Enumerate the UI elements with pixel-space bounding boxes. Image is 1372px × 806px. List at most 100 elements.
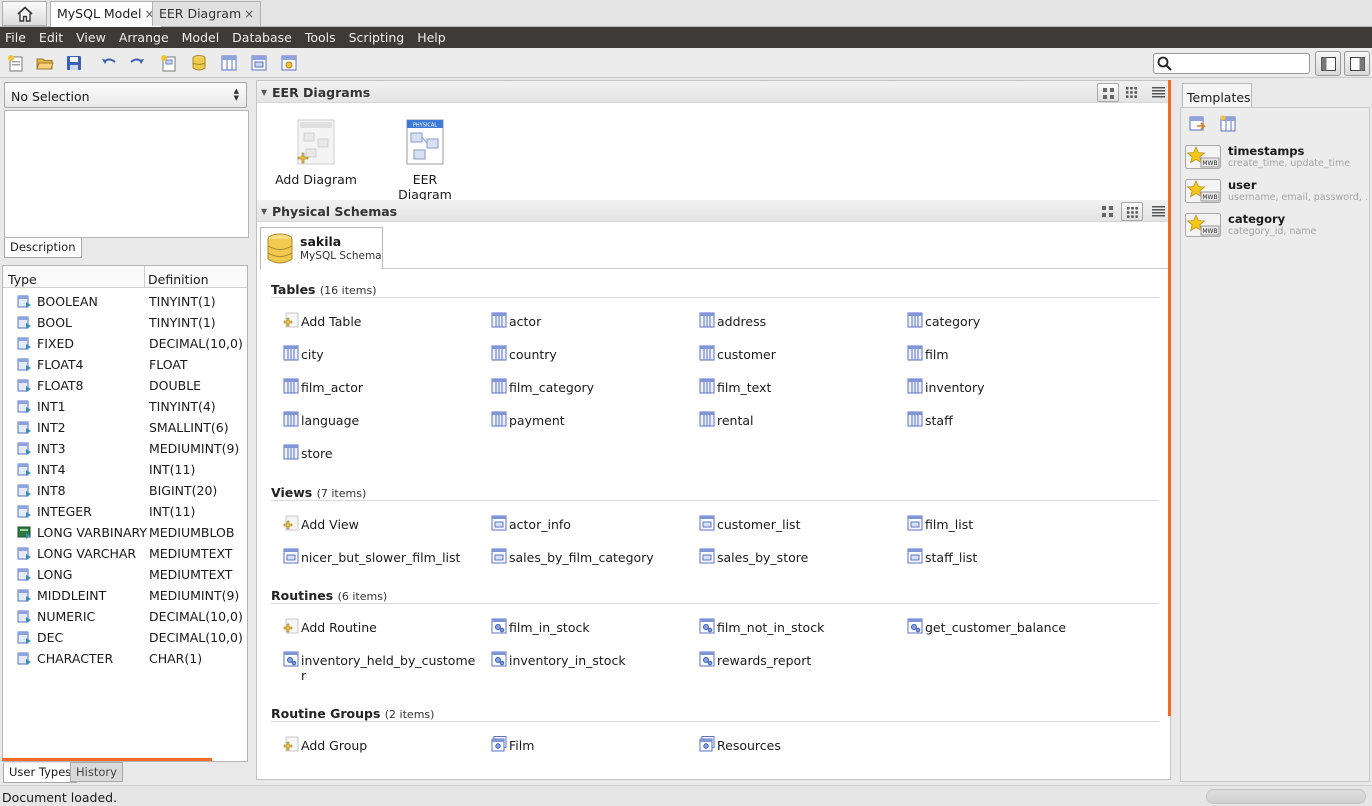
add-routine-icon[interactable]	[280, 54, 298, 72]
template-item[interactable]: MWB timestamps create_time, update_time	[1185, 143, 1367, 173]
undo-icon[interactable]	[100, 54, 118, 72]
add-view-icon[interactable]	[250, 54, 268, 72]
type-row[interactable]: BOOL TINYINT(1)	[3, 312, 247, 333]
template-name: user	[1228, 178, 1257, 192]
type-row[interactable]: LONG VARCHAR MEDIUMTEXT	[3, 543, 247, 564]
search-input[interactable]	[1174, 56, 1304, 71]
object-label: film_not_in_stock	[717, 620, 825, 635]
tab-eer-diagram[interactable]: EER Diagram ×	[152, 1, 262, 26]
data-type-icon	[17, 336, 33, 351]
type-definition: TINYINT(1)	[149, 315, 216, 330]
menu-view[interactable]: View	[69, 27, 112, 48]
column-divider[interactable]	[144, 266, 145, 288]
small-icons-icon	[1127, 207, 1138, 218]
view-large-icons-button[interactable]	[1097, 83, 1119, 102]
view-icon	[699, 515, 715, 531]
type-row[interactable]: BOOLEAN TINYINT(1)	[3, 291, 247, 312]
large-icons-icon	[1103, 88, 1114, 99]
type-row[interactable]: DEC DECIMAL(10,0)	[3, 627, 247, 648]
close-icon[interactable]: ×	[244, 7, 254, 21]
tab-history[interactable]: History	[70, 762, 123, 782]
scroll-indicator	[1168, 80, 1171, 716]
type-definition: FLOAT	[149, 357, 188, 372]
type-definition: INT(11)	[149, 504, 196, 519]
type-row[interactable]: INTEGER INT(11)	[3, 501, 247, 522]
svg-text:MWB: MWB	[1202, 228, 1217, 235]
menu-edit[interactable]: Edit	[32, 27, 69, 48]
toggle-secondary-sidebar-button[interactable]	[1344, 51, 1370, 76]
type-row[interactable]: INT8 BIGINT(20)	[3, 480, 247, 501]
description-text-area[interactable]	[4, 110, 249, 238]
data-type-icon	[17, 588, 33, 603]
physical-schemas-header[interactable]: ▼ Physical Schemas	[257, 200, 1170, 222]
collapse-triangle-icon[interactable]: ▼	[261, 88, 267, 97]
toggle-sidebar-button[interactable]	[1315, 51, 1341, 76]
new-diagram-icon[interactable]	[160, 54, 178, 72]
type-row[interactable]: FIXED DECIMAL(10,0)	[3, 333, 247, 354]
eer-diagram-item[interactable]: PHYSICAL EER Diagram	[384, 119, 466, 202]
template-item[interactable]: MWB user username, email, password, ...	[1185, 177, 1367, 207]
column-header-type[interactable]: Type	[8, 272, 37, 287]
template-item[interactable]: MWB category category_id, name	[1185, 211, 1367, 241]
tab-mysql-model[interactable]: MySQL Model ×	[50, 1, 162, 28]
data-type-icon	[17, 651, 33, 666]
type-definition: MEDIUMBLOB	[149, 525, 235, 540]
table-icon	[491, 312, 507, 328]
view-list-button[interactable]	[1148, 83, 1170, 102]
add-diagram-item[interactable]: Add Diagram	[275, 119, 357, 187]
selection-dropdown[interactable]: No Selection ▲ ▼	[4, 82, 247, 108]
type-row[interactable]: NUMERIC DECIMAL(10,0)	[3, 606, 247, 627]
redo-icon[interactable]	[128, 54, 146, 72]
tab-description[interactable]: Description	[4, 238, 82, 258]
home-button[interactable]	[2, 1, 47, 26]
type-row[interactable]: MIDDLEINT MEDIUMINT(9)	[3, 585, 247, 606]
menu-arrange[interactable]: Arrange	[112, 27, 175, 48]
type-row[interactable]: LONG MEDIUMTEXT	[3, 564, 247, 585]
column-header-definition[interactable]: Definition	[148, 272, 209, 287]
object-label: customer	[717, 347, 776, 362]
menu-model[interactable]: Model	[175, 27, 226, 48]
new-document-icon[interactable]	[7, 54, 25, 72]
type-row[interactable]: INT2 SMALLINT(6)	[3, 417, 247, 438]
type-row[interactable]: INT1 TINYINT(4)	[3, 396, 247, 417]
schema-tab-sakila[interactable]: sakila MySQL Schema	[260, 227, 383, 269]
apply-template-icon[interactable]	[1188, 115, 1206, 133]
type-definition: DECIMAL(10,0)	[149, 630, 243, 645]
view-list-button[interactable]	[1148, 202, 1170, 221]
type-row[interactable]: INT3 MEDIUMINT(9)	[3, 438, 247, 459]
tab-templates[interactable]: Templates	[1182, 83, 1252, 108]
menu-tools[interactable]: Tools	[298, 27, 342, 48]
collapse-triangle-icon[interactable]: ▼	[261, 207, 267, 216]
view-large-icons-button[interactable]	[1097, 202, 1119, 221]
edit-templates-icon[interactable]	[1219, 115, 1237, 133]
type-row[interactable]: CHARACTER CHAR(1)	[3, 648, 247, 669]
view-small-icons-button[interactable]	[1121, 83, 1143, 102]
object-label: payment	[509, 413, 565, 428]
menu-file[interactable]: File	[0, 27, 32, 48]
menu-help[interactable]: Help	[410, 27, 452, 48]
database-icon	[267, 233, 293, 264]
view-icon	[491, 548, 507, 564]
object-label: store	[301, 446, 333, 461]
type-name: INT1	[37, 399, 66, 414]
add-schema-icon[interactable]	[190, 54, 208, 72]
view-small-icons-button[interactable]	[1121, 202, 1143, 221]
document-tab-bar: MySQL Model × EER Diagram ×	[0, 0, 1372, 28]
type-row[interactable]: INT4 INT(11)	[3, 459, 247, 480]
add-table-icon[interactable]	[220, 54, 238, 72]
object-label: Add Table	[301, 314, 362, 329]
category-count: (7 items)	[316, 487, 367, 500]
search-field[interactable]	[1153, 53, 1310, 74]
menu-database[interactable]: Database	[225, 27, 298, 48]
type-row[interactable]: FLOAT4 FLOAT	[3, 354, 247, 375]
eer-diagrams-header[interactable]: ▼ EER Diagrams	[257, 81, 1170, 103]
type-row[interactable]: LONG VARBINARY MEDIUMBLOB	[3, 522, 247, 543]
type-row[interactable]: FLOAT8 DOUBLE	[3, 375, 247, 396]
table-icon	[907, 312, 923, 328]
type-name: INT3	[37, 441, 66, 456]
menu-scripting[interactable]: Scripting	[342, 27, 411, 48]
save-icon[interactable]	[65, 54, 83, 72]
open-folder-icon[interactable]	[36, 54, 54, 72]
type-definition: SMALLINT(6)	[149, 420, 229, 435]
tab-user-types[interactable]: User Types	[3, 763, 78, 783]
